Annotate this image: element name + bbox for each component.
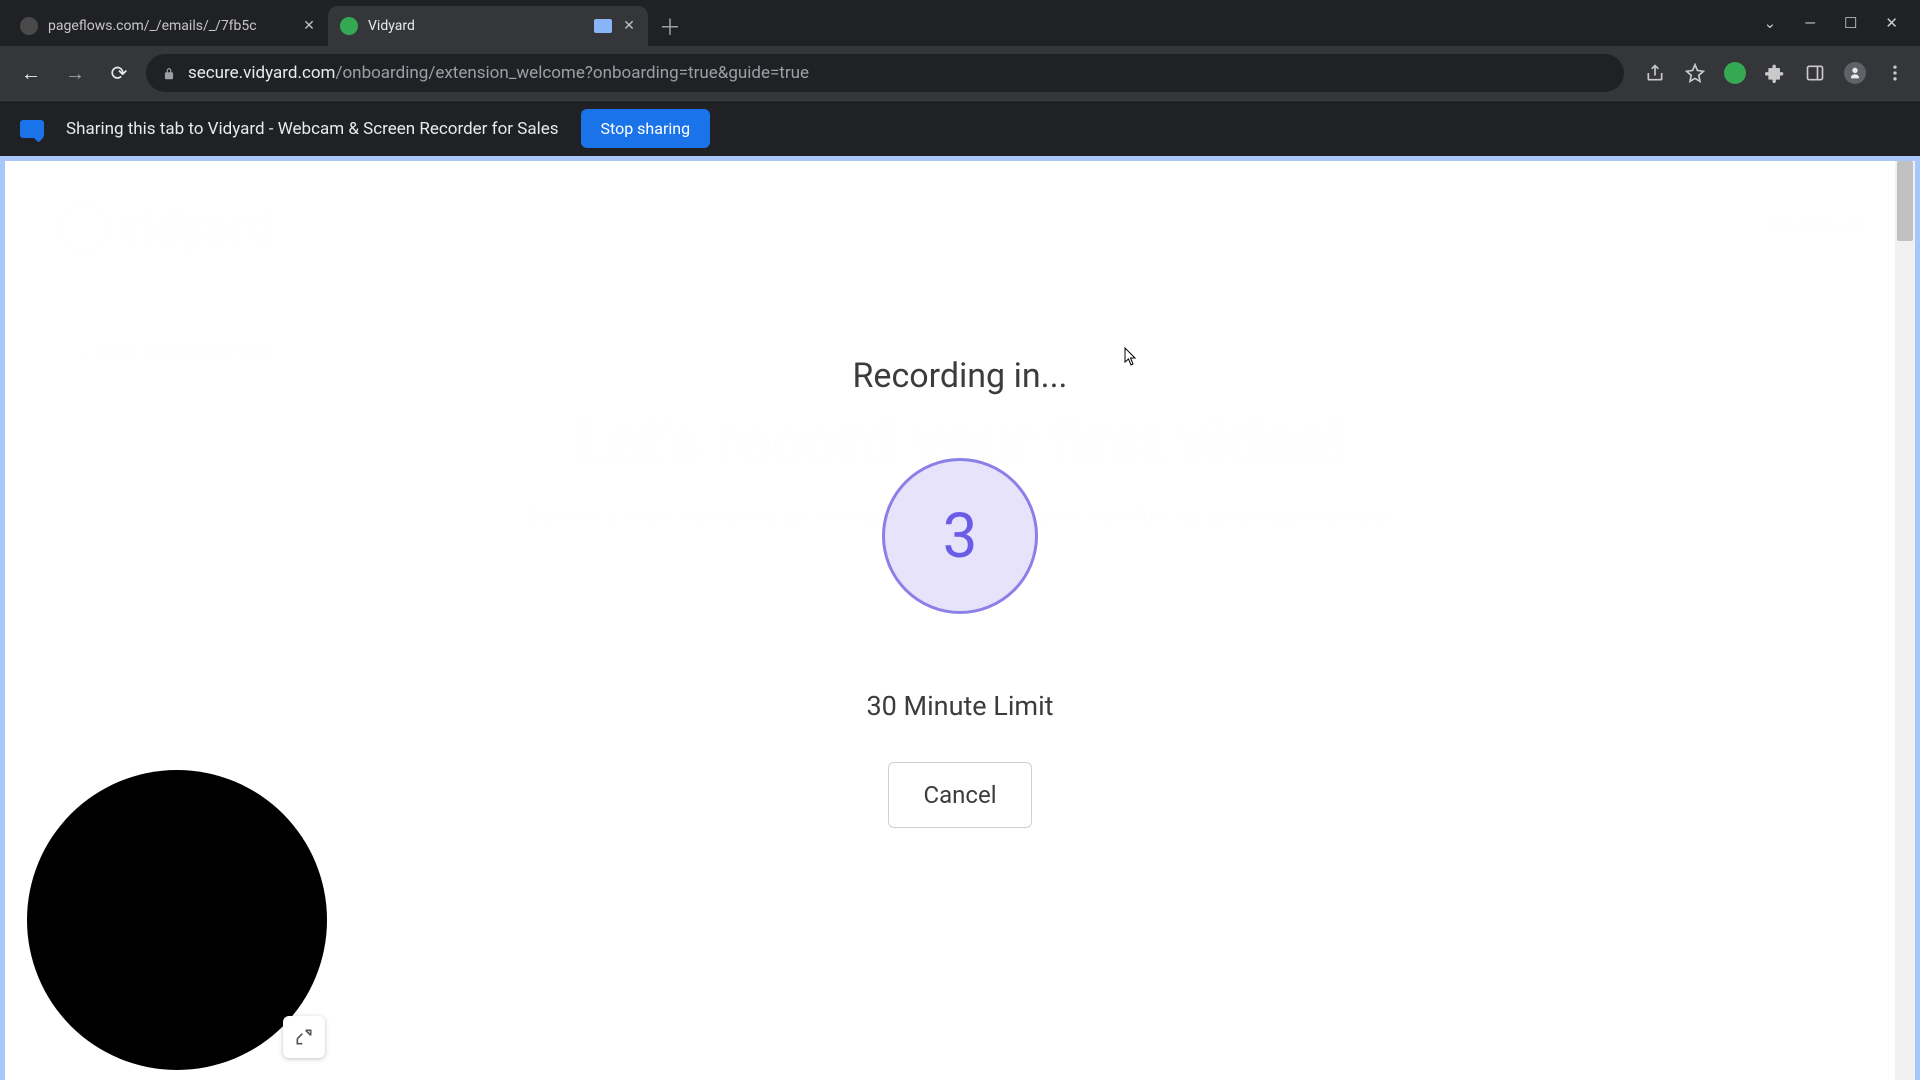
kebab-menu-icon[interactable] [1884, 62, 1906, 84]
recording-limit-text: 30 Minute Limit [866, 690, 1053, 722]
profile-avatar[interactable] [1844, 62, 1866, 84]
close-icon[interactable]: ✕ [302, 19, 316, 33]
back-button[interactable]: ← [14, 56, 48, 90]
extensions-icon[interactable] [1764, 62, 1786, 84]
tab-casting-icon [594, 19, 612, 33]
page-content: vidyard Skip Record ← Back to Previous S… [5, 161, 1915, 1080]
expand-webcam-button[interactable] [283, 1016, 325, 1058]
webcam-preview[interactable] [27, 770, 327, 1070]
new-tab-button[interactable]: ＋ [654, 10, 686, 42]
vidyard-extension-icon[interactable] [1724, 62, 1746, 84]
countdown-heading: Recording in... [852, 356, 1067, 396]
scrollbar-thumb[interactable] [1897, 161, 1913, 241]
lock-icon [162, 66, 176, 80]
vertical-scrollbar[interactable] [1895, 161, 1915, 1080]
tab-strip: pageflows.com/_/emails/_/7fb5c ✕ Vidyard… [0, 0, 1920, 46]
close-window-icon[interactable]: ✕ [1885, 14, 1898, 32]
tab-pageflows[interactable]: pageflows.com/_/emails/_/7fb5c ✕ [8, 6, 328, 46]
address-bar[interactable]: secure.vidyard.com/onboarding/extension_… [146, 54, 1624, 92]
star-icon[interactable] [1684, 62, 1706, 84]
stop-sharing-button[interactable]: Stop sharing [581, 109, 711, 148]
sharing-message: Sharing this tab to Vidyard - Webcam & S… [66, 119, 559, 139]
cancel-button[interactable]: Cancel [888, 762, 1031, 828]
vidyard-icon [340, 17, 358, 35]
url-text: secure.vidyard.com/onboarding/extension_… [188, 63, 809, 83]
window-controls: ⌄ — ☐ ✕ [1742, 0, 1920, 46]
countdown-circle: 3 [882, 458, 1038, 614]
sidepanel-icon[interactable] [1804, 62, 1826, 84]
reload-button[interactable]: ⟳ [102, 56, 136, 90]
forward-button[interactable]: → [58, 56, 92, 90]
share-icon[interactable] [1644, 62, 1666, 84]
tab-title: Vidyard [368, 18, 584, 34]
sharing-infobar: Sharing this tab to Vidyard - Webcam & S… [0, 100, 1920, 156]
globe-icon [20, 17, 38, 35]
tab-vidyard[interactable]: Vidyard ✕ [328, 6, 648, 46]
maximize-icon[interactable]: ☐ [1844, 14, 1857, 32]
toolbar: ← → ⟳ secure.vidyard.com/onboarding/exte… [0, 46, 1920, 100]
close-icon[interactable]: ✕ [622, 19, 636, 33]
countdown-number: 3 [943, 500, 978, 573]
minimize-icon[interactable]: — [1804, 14, 1816, 32]
tab-title: pageflows.com/_/emails/_/7fb5c [48, 18, 292, 34]
chevron-down-icon[interactable]: ⌄ [1764, 14, 1777, 32]
screen-share-icon [20, 120, 44, 138]
